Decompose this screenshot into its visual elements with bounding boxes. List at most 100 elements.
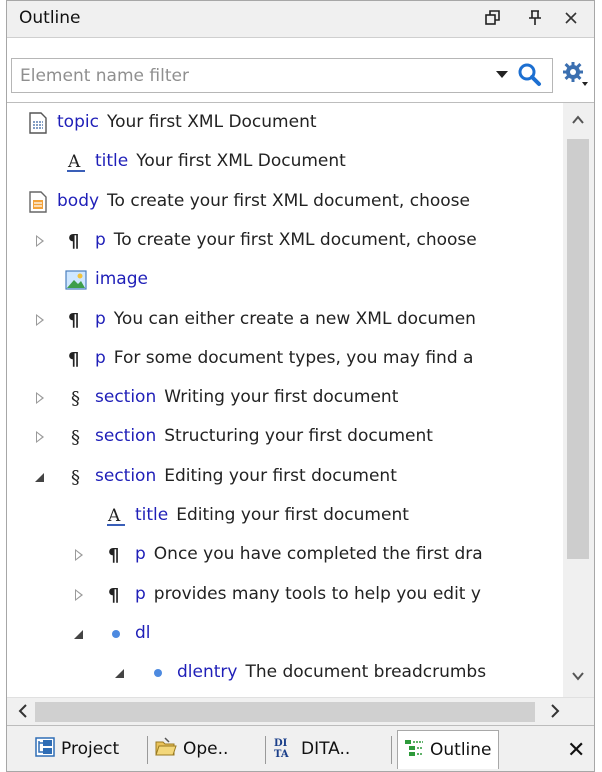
collapsed-toggle-icon[interactable]: [36, 234, 44, 247]
element-filter-input[interactable]: [18, 63, 482, 89]
svg-text:TA: TA: [274, 749, 289, 758]
tree-row-image[interactable]: image: [7, 261, 563, 299]
expanded-toggle-icon[interactable]: [115, 669, 124, 679]
filter-box: [11, 58, 553, 93]
element-text: Writing your first document: [164, 387, 399, 408]
pilcrow-icon: ¶: [65, 347, 87, 371]
scroll-up-icon[interactable]: [571, 113, 585, 127]
tree-row-topic[interactable]: topic Your first XML Document: [7, 104, 563, 142]
tab-outline[interactable]: Outline: [397, 730, 499, 769]
tree-row-label: topic Your first XML Document: [57, 112, 317, 132]
element-name: dlentry: [177, 662, 238, 683]
filter-row: [7, 58, 594, 94]
tree-row-title[interactable]: Atitle Your first XML Document: [7, 143, 563, 181]
outline-tree: topic Your first XML Document Atitle Your f…: [7, 103, 563, 697]
collapsed-toggle-icon[interactable]: [75, 588, 83, 601]
pin-icon[interactable]: [523, 6, 547, 30]
panel-title: Outline: [19, 8, 81, 28]
tree-row-label: p To create your first XML document, choo…: [95, 230, 477, 250]
tab-separator: [147, 736, 148, 764]
element-text: Editing your first document: [164, 465, 397, 486]
outline-panel: Outline Element name filter topic Your f…: [6, 0, 595, 772]
scroll-left-icon[interactable]: [13, 702, 33, 722]
element-name: dl: [135, 622, 151, 643]
section-icon: §: [65, 425, 87, 449]
tree-row-label: title Your first XML Document: [95, 151, 346, 171]
element-text: For some document types, you may find a: [113, 347, 474, 368]
topic-doc-icon: [27, 111, 49, 135]
project-icon: [35, 736, 55, 762]
tab-separator: [265, 736, 266, 764]
settings-gear-icon[interactable]: [561, 60, 589, 88]
vertical-scrollbar[interactable]: [563, 103, 594, 697]
svg-text:A: A: [67, 152, 81, 172]
tab-dita-label: DITA..: [301, 739, 351, 759]
element-name: p: [135, 544, 146, 565]
tree-row-dl[interactable]: dl: [7, 615, 563, 653]
element-name: p: [95, 347, 106, 368]
filter-history-dropdown-icon[interactable]: [496, 71, 508, 78]
tree-row-p[interactable]: ¶ p You can either create a new XML docume…: [7, 301, 563, 339]
horizontal-scrollbar[interactable]: [7, 697, 594, 726]
body-doc-icon: [27, 190, 49, 214]
collapsed-toggle-icon[interactable]: [36, 431, 44, 444]
close-icon[interactable]: [559, 6, 583, 30]
expanded-toggle-icon[interactable]: [74, 629, 83, 639]
svg-text:DI: DI: [274, 738, 288, 749]
tab-separator: [391, 736, 392, 764]
svg-text:¶: ¶: [68, 349, 79, 370]
tree-row-section[interactable]: § section Writing your first document: [7, 379, 563, 417]
pilcrow-icon: ¶: [105, 583, 127, 607]
element-text: Once you have completed the first dra: [153, 544, 483, 565]
tree-row-label: section Writing your first document: [95, 387, 398, 407]
collapsed-toggle-icon[interactable]: [36, 392, 44, 405]
element-name: section: [95, 426, 157, 447]
search-icon[interactable]: [516, 62, 542, 88]
element-name: title: [135, 505, 169, 525]
section-icon: §: [65, 465, 87, 489]
tree-row-p[interactable]: ¶ p For some document types, you may find …: [7, 340, 563, 378]
tab-project[interactable]: Project: [35, 732, 119, 766]
title-A-icon: A: [65, 150, 87, 174]
expanded-toggle-icon[interactable]: [35, 472, 44, 482]
tree-row-label: p You can either create a new XML documen: [95, 309, 476, 329]
element-name: p: [95, 308, 106, 329]
tab-dita-maps[interactable]: DI TA DITA..: [273, 732, 350, 766]
panel-titlebar: Outline: [7, 1, 594, 38]
tab-open-redirect[interactable]: Ope..: [155, 732, 228, 766]
tree-row-label: image: [95, 269, 148, 289]
pilcrow-icon: ¶: [65, 229, 87, 253]
scroll-down-icon[interactable]: [571, 669, 585, 683]
element-name: p: [135, 583, 146, 604]
element-name: p: [95, 229, 106, 250]
element-text: Your first XML Document: [106, 112, 317, 132]
scroll-right-icon[interactable]: [545, 702, 565, 722]
tree-row-body[interactable]: body To create your first XML document, c…: [7, 183, 563, 221]
tree-row-label: body To create your first XML document, c…: [57, 191, 470, 211]
svg-text:§: §: [71, 467, 80, 488]
tree-row-dlentry[interactable]: dlentry The document breadcrumbs: [7, 654, 563, 692]
tree-row-p[interactable]: ¶ p To create your first XML document, cho…: [7, 222, 563, 260]
tab-project-label: Project: [61, 739, 120, 759]
svg-text:¶: ¶: [68, 310, 79, 331]
element-text: You can either create a new XML documen: [113, 308, 476, 329]
horizontal-scroll-thumb[interactable]: [35, 702, 535, 722]
tree-row-label: dl: [135, 623, 151, 643]
title-A-icon: A: [105, 504, 127, 528]
tree-row-section[interactable]: § section Editing your first document: [7, 458, 563, 496]
collapsed-toggle-icon[interactable]: [75, 549, 83, 562]
bullet-icon: [105, 622, 127, 646]
pilcrow-icon: ¶: [105, 543, 127, 567]
collapsed-toggle-icon[interactable]: [36, 313, 44, 326]
tree-row-title[interactable]: Atitle Editing your first document: [7, 497, 563, 535]
tab-outline-label: Outline: [430, 740, 492, 760]
outline-icon: [404, 738, 424, 763]
vertical-scroll-thumb[interactable]: [567, 139, 589, 559]
restore-icon[interactable]: [481, 6, 505, 30]
tree-row-p[interactable]: ¶ p Once you have completed the first dra: [7, 536, 563, 574]
close-tab-icon[interactable]: ✕: [567, 738, 585, 763]
tree-row-p[interactable]: ¶ p provides many tools to help you edit y: [7, 576, 563, 614]
element-text: provides many tools to help you edit y: [153, 583, 481, 604]
tree-row-label: section Editing your first document: [95, 466, 397, 486]
tree-row-section[interactable]: § section Structuring your first document: [7, 418, 563, 456]
